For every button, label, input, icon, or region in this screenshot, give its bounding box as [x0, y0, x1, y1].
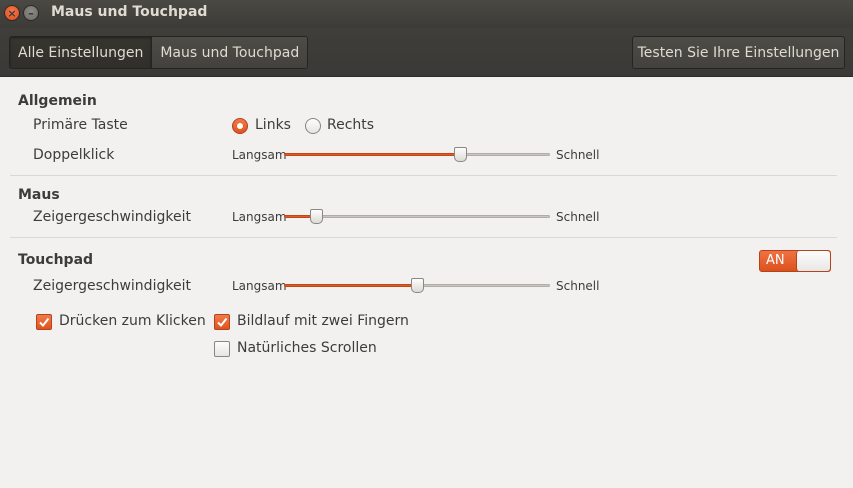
minimize-window-button[interactable]: – — [23, 5, 39, 21]
toggle-on-label: AN — [766, 253, 785, 268]
two-finger-scroll-checkbox[interactable] — [214, 314, 230, 330]
title-bar: × – Maus und Touchpad — [0, 0, 853, 28]
radio-left-label[interactable]: Links — [255, 117, 291, 133]
touchpad-speed-min-label: Langsam — [232, 279, 287, 293]
section-title-touchpad: Touchpad — [18, 252, 94, 268]
double-click-slider[interactable] — [284, 147, 550, 163]
test-settings-button[interactable]: Testen Sie Ihre Einstellungen — [632, 36, 845, 69]
touchpad-speed-label: Zeigergeschwindigkeit — [33, 278, 191, 294]
touchpad-speed-max-label: Schnell — [556, 279, 600, 293]
breadcrumb-all-settings[interactable]: Alle Einstellungen — [10, 37, 152, 68]
minimize-icon: – — [28, 6, 34, 20]
breadcrumb: Alle Einstellungen Maus und Touchpad — [9, 36, 309, 69]
double-click-label: Doppelklick — [33, 147, 115, 163]
double-click-slider-handle[interactable] — [454, 147, 467, 162]
mouse-speed-slider[interactable] — [284, 209, 550, 225]
section-title-mouse: Maus — [18, 187, 60, 203]
section-title-general: Allgemein — [18, 93, 97, 109]
divider — [10, 237, 837, 238]
divider — [10, 175, 837, 176]
radio-right[interactable] — [305, 118, 321, 134]
mouse-speed-min-label: Langsam — [232, 210, 287, 224]
touchpad-speed-slider[interactable] — [284, 278, 550, 294]
toggle-thumb[interactable] — [796, 251, 830, 271]
double-click-min-label: Langsam — [232, 148, 287, 162]
mouse-speed-label: Zeigergeschwindigkeit — [33, 209, 191, 225]
close-icon: × — [7, 6, 17, 20]
checkmark-icon — [39, 317, 50, 328]
window-title: Maus und Touchpad — [51, 4, 208, 20]
toolbar: Alle Einstellungen Maus und Touchpad Tes… — [0, 28, 853, 77]
double-click-max-label: Schnell — [556, 148, 600, 162]
radio-right-label[interactable]: Rechts — [327, 117, 374, 133]
tap-to-click-checkbox[interactable] — [36, 314, 52, 330]
touchpad-speed-slider-handle[interactable] — [411, 278, 424, 293]
mouse-speed-max-label: Schnell — [556, 210, 600, 224]
breadcrumb-mouse-touchpad[interactable]: Maus und Touchpad — [151, 37, 308, 68]
radio-left[interactable] — [232, 118, 248, 134]
primary-button-label: Primäre Taste — [33, 117, 128, 133]
touchpad-toggle[interactable]: AN — [759, 250, 831, 272]
tap-to-click-label[interactable]: Drücken zum Klicken — [59, 313, 206, 329]
checkmark-icon — [217, 317, 228, 328]
natural-scroll-label[interactable]: Natürliches Scrollen — [237, 340, 377, 356]
mouse-speed-slider-handle[interactable] — [310, 209, 323, 224]
two-finger-scroll-label[interactable]: Bildlauf mit zwei Fingern — [237, 313, 409, 329]
natural-scroll-checkbox[interactable] — [214, 341, 230, 357]
close-window-button[interactable]: × — [4, 5, 20, 21]
